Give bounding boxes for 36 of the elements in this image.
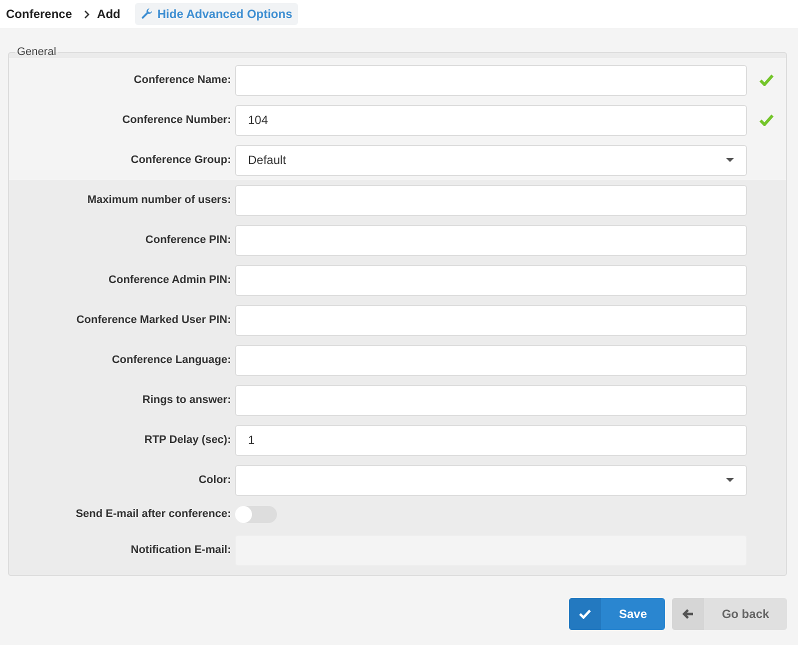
input-field[interactable] [235, 344, 747, 376]
field-label: Color: [198, 474, 232, 486]
go-back-button[interactable]: Go back [672, 598, 787, 630]
save-button[interactable]: Save [569, 598, 665, 630]
arrow-left-icon [682, 609, 694, 619]
input-field[interactable] [235, 224, 747, 256]
field-label: RTP Delay (sec): [143, 434, 232, 446]
input-field[interactable] [235, 384, 747, 416]
field-label: Rings to answer: [141, 394, 232, 406]
input-field[interactable]: 1 [235, 424, 747, 456]
field-label: Notification E-mail: [130, 544, 232, 556]
breadcrumb-item: Conference [6, 7, 72, 21]
section-legend: General [15, 46, 58, 58]
field-label: Conference Name: [132, 74, 232, 86]
caret-icon [726, 158, 734, 162]
wrench-icon [141, 8, 154, 20]
dropdown-field[interactable]: Default [235, 144, 747, 176]
field-label: Conference PIN: [144, 234, 232, 246]
field-label: Conference Group: [130, 154, 232, 166]
input-field[interactable] [235, 64, 747, 96]
caret-icon [726, 478, 734, 482]
field-label: Conference Language: [110, 354, 232, 366]
input-field[interactable] [235, 264, 747, 296]
input-field[interactable] [235, 304, 747, 336]
chevron-icon [84, 10, 90, 18]
field-label: Send E-mail after conference: [74, 508, 232, 520]
field-label: Conference Number: [121, 114, 232, 126]
field-label: Maximum number of users: [86, 194, 232, 206]
dropdown-field[interactable] [235, 464, 747, 496]
field-label: Conference Admin PIN: [108, 274, 232, 286]
check-icon [579, 609, 591, 619]
toggle-switch[interactable] [235, 506, 277, 522]
field-label: Conference Marked User PIN: [75, 314, 232, 326]
input-field[interactable]: 104 [235, 104, 747, 136]
breadcrumb-item: Add [97, 7, 120, 21]
input-field[interactable] [235, 184, 747, 216]
